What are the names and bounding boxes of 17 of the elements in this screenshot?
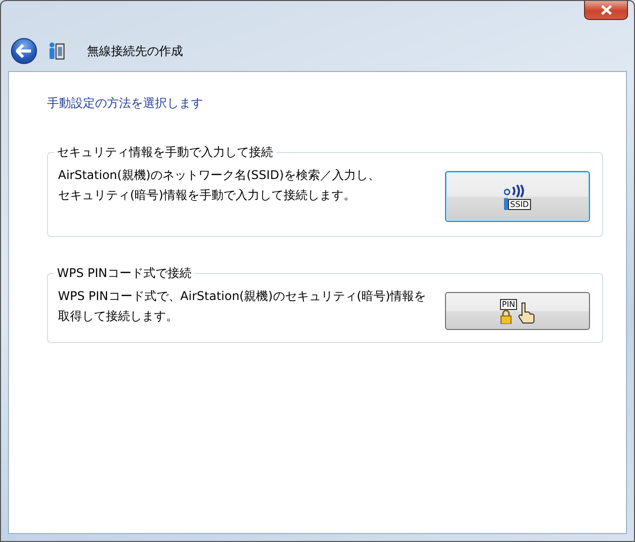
padlock-icon	[500, 310, 512, 324]
icon-label: SSID	[508, 198, 531, 210]
instruction-heading: 手動設定の方法を選択します	[47, 95, 204, 112]
group-legend: セキュリティ情報を手動で入力して接続	[54, 144, 276, 160]
option-button[interactable]: SSID	[445, 171, 590, 222]
group-legend: WPS PINコード式で接続	[54, 265, 194, 281]
option-description: AirStation(親機)のネットワーク名(SSID)を検索／入力し、 セキュリティ(暗号)情報を手動で入力して接続します。	[58, 167, 380, 204]
pointing-hand-icon	[517, 302, 536, 324]
wireless-person-icon	[47, 42, 65, 60]
option-button[interactable]: PIN	[445, 292, 590, 330]
back-button[interactable]	[11, 38, 37, 64]
icon-label: PIN	[500, 298, 518, 310]
window-title: 無線接続先の作成	[87, 43, 183, 60]
option-description: WPS PINコード式で、AirStation(親機)のセキュリティ(暗号)情報を 取得して接続します。	[58, 288, 426, 325]
close-button[interactable]	[584, 1, 628, 20]
back-arrow-icon	[16, 44, 32, 58]
close-icon	[600, 5, 612, 15]
